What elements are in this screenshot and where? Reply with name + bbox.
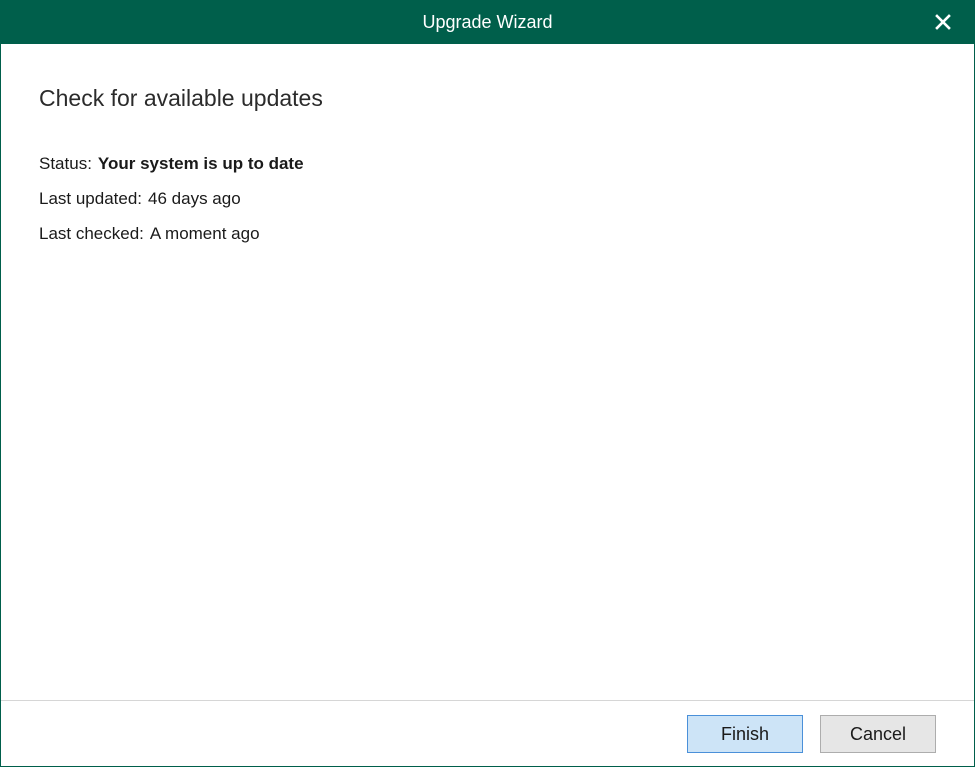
last-updated-row: Last updated: 46 days ago	[39, 189, 241, 209]
close-button[interactable]	[930, 9, 956, 35]
status-value: Your system is up to date	[97, 154, 304, 173]
cancel-button[interactable]: Cancel	[820, 715, 936, 753]
title-bar: Upgrade Wizard	[1, 1, 974, 44]
finish-button[interactable]: Finish	[687, 715, 803, 753]
page-heading: Check for available updates	[39, 85, 323, 111]
upgrade-wizard-window: Upgrade Wizard Check for available updat…	[0, 0, 975, 767]
last-updated-label: Last updated:	[39, 189, 143, 208]
footer-divider	[1, 700, 974, 701]
window-title: Upgrade Wizard	[422, 12, 553, 32]
close-icon	[935, 14, 951, 30]
last-checked-value: A moment ago	[149, 224, 260, 243]
last-checked-label: Last checked:	[39, 224, 144, 243]
status-label: Status:	[39, 154, 92, 173]
status-row: Status: Your system is up to date	[39, 154, 304, 174]
last-checked-row: Last checked: A moment ago	[39, 224, 260, 244]
last-updated-value: 46 days ago	[148, 189, 241, 208]
